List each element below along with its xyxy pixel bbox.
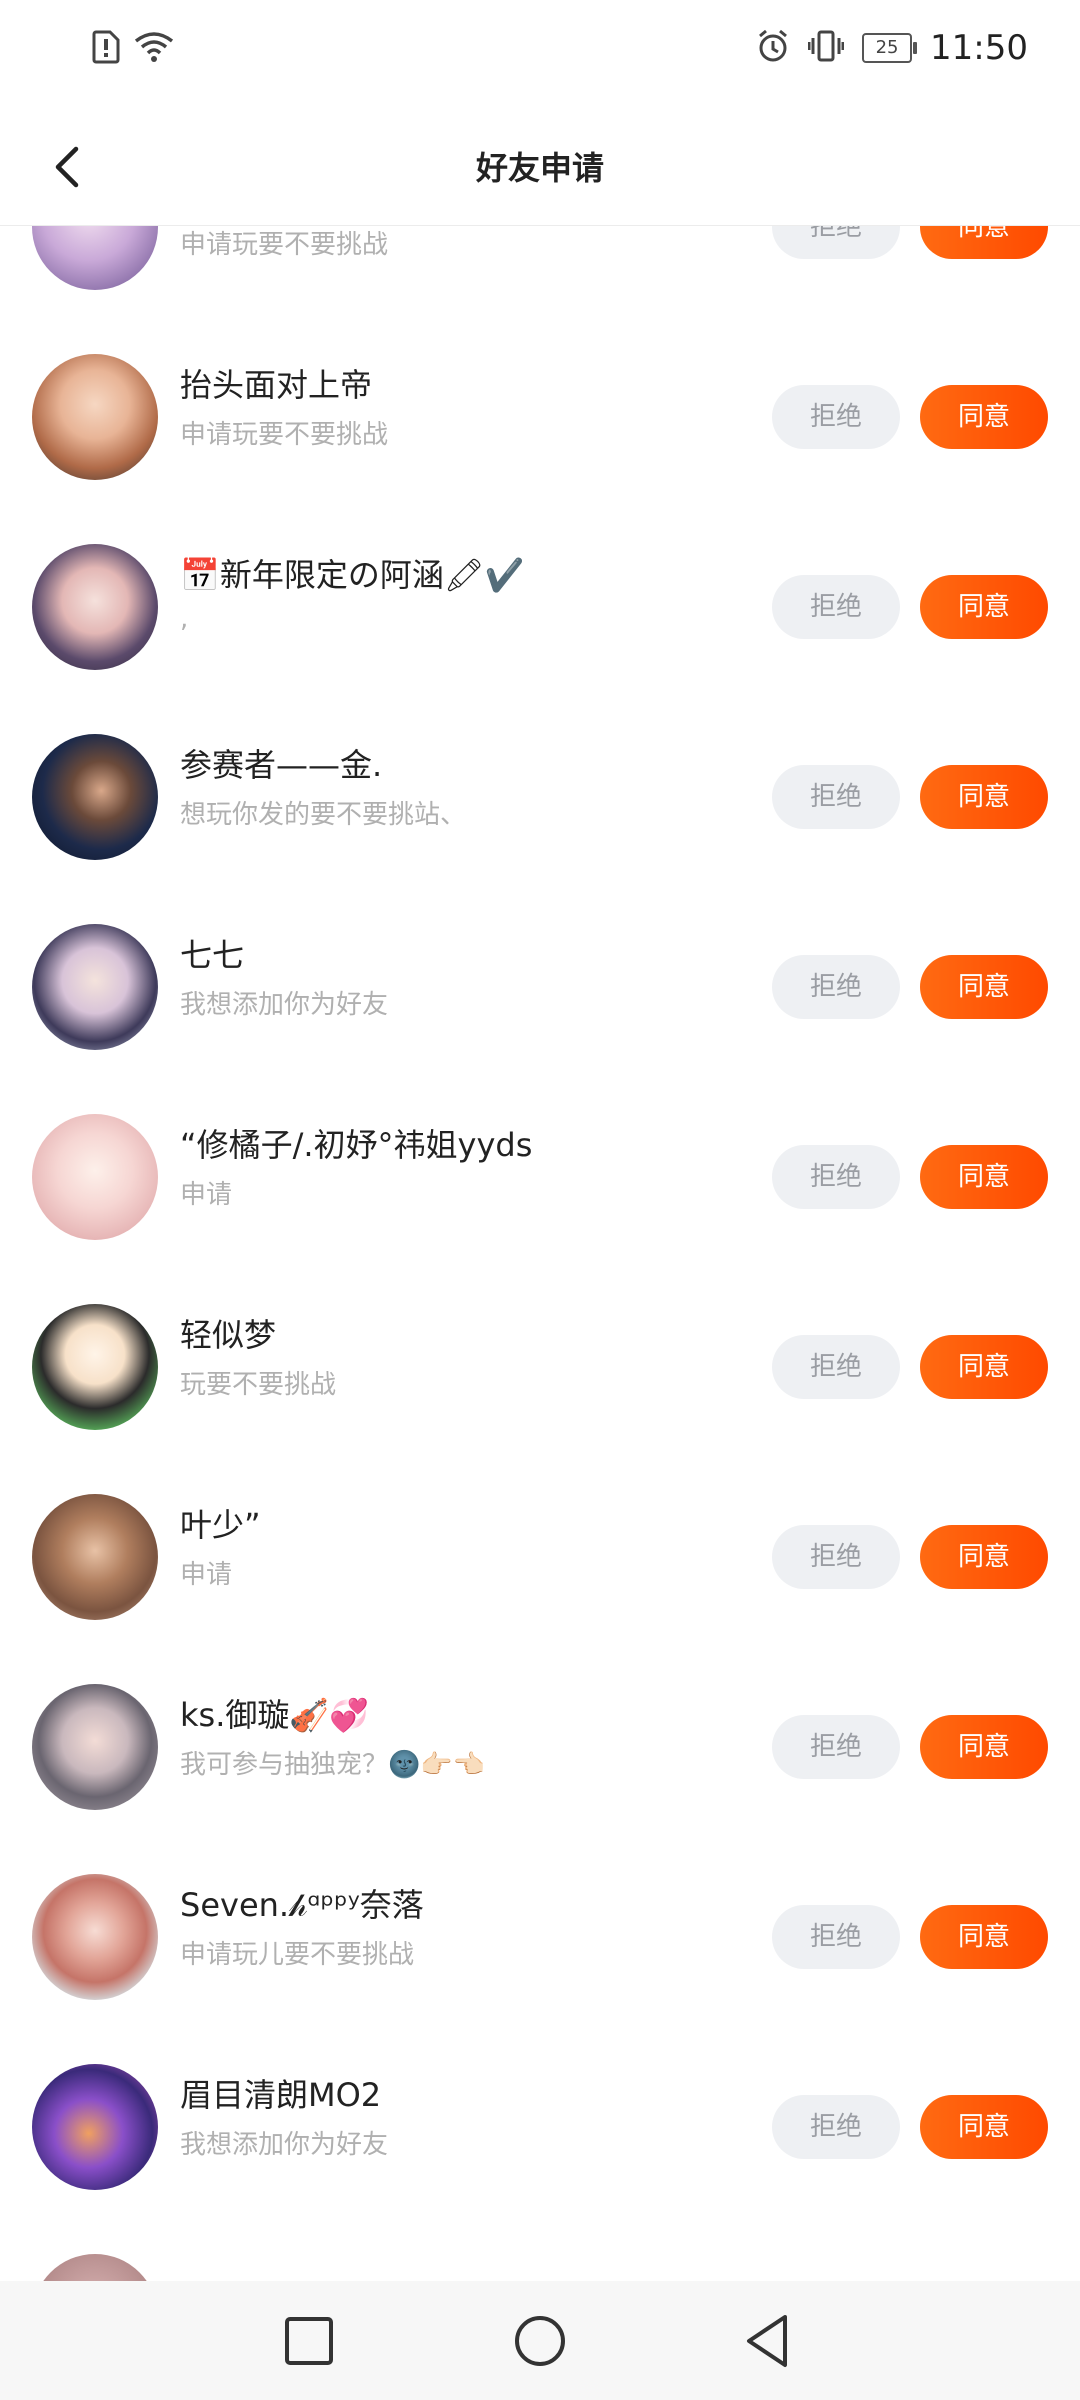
avatar[interactable] (32, 2254, 158, 2281)
accept-button[interactable]: 同意 (920, 1525, 1048, 1589)
vibrate-icon (807, 29, 845, 67)
reject-button[interactable]: 拒绝 (772, 955, 900, 1019)
avatar[interactable] (32, 924, 158, 1050)
requester-name: “修橘子/.初妤°祎姐yyds (180, 1126, 533, 1164)
page-title: 好友申请 (475, 149, 604, 187)
wifi-icon (134, 31, 174, 67)
request-message: 玩要不要挑战 (180, 1370, 337, 1400)
requester-name: 叶少” (180, 1506, 261, 1544)
request-texts: 七七 我想添加你为好友 (180, 930, 740, 1021)
request-message: , (180, 604, 189, 634)
avatar[interactable] (32, 1494, 158, 1620)
request-row: 眉目清朗MO2 我想添加你为好友 拒绝 同意 (0, 2032, 1080, 2222)
request-texts: 参赛者——金. 想玩你发的要不要挑站、 (180, 740, 740, 831)
request-texts: ks.御璇🎻💞 我可参与抽独宠？🌚👉🏻👈🏻 (180, 1690, 740, 1781)
home-icon (515, 2316, 565, 2366)
accept-button[interactable]: 同意 (920, 575, 1048, 639)
request-message: 申请玩要不要挑战 (180, 420, 389, 450)
status-left (92, 30, 174, 68)
accept-button[interactable]: 同意 (920, 1335, 1048, 1399)
request-texts: 咖. 申请玩要不要挑战 (180, 226, 740, 261)
requester-name: Seven.𝒽ᵅᵖᵖʸ奈落 (180, 1886, 424, 1924)
reject-button[interactable]: 拒绝 (772, 1145, 900, 1209)
system-nav-bar (0, 2281, 1080, 2400)
request-texts: 轻似梦 玩要不要挑战 (180, 1310, 740, 1401)
avatar[interactable] (32, 1874, 158, 2000)
request-row: “修橘子/.初妤°祎姐yyds 申请 拒绝 同意 (0, 1082, 1080, 1272)
request-texts: 眉目清朗MO2 我想添加你为好友 (180, 2070, 740, 2161)
avatar[interactable] (32, 734, 158, 860)
request-texts: 📅新年限定の阿涵🖍✔️ , (180, 550, 740, 634)
request-row: 参赛者——金. 想玩你发的要不要挑站、 拒绝 同意 (0, 702, 1080, 892)
accept-button[interactable]: 同意 (920, 1715, 1048, 1779)
reject-button[interactable]: 拒绝 (772, 1525, 900, 1589)
request-row: 📅新年限定の阿涵🖍✔️ , 拒绝 同意 (0, 512, 1080, 702)
system-back-button[interactable] (739, 2311, 799, 2371)
request-row: 叶少” 申请 拒绝 同意 (0, 1462, 1080, 1652)
request-message: 申请玩儿要不要挑战 (180, 1940, 415, 1970)
avatar[interactable] (32, 2064, 158, 2190)
avatar[interactable] (32, 1684, 158, 1810)
status-bar: 25 11:50 (0, 0, 1080, 105)
recent-apps-icon (285, 2317, 333, 2365)
request-row: 咖. 申请玩要不要挑战 拒绝 同意 (0, 226, 1080, 322)
reject-button[interactable]: 拒绝 (772, 385, 900, 449)
accept-button[interactable]: 同意 (920, 765, 1048, 829)
requester-name: ks.御璇🎻💞 (180, 1696, 370, 1734)
reject-button[interactable]: 拒绝 (772, 2095, 900, 2159)
accept-button[interactable]: 同意 (920, 1905, 1048, 1969)
avatar[interactable] (32, 354, 158, 480)
accept-button[interactable]: 同意 (920, 955, 1048, 1019)
accept-button[interactable]: 同意 (920, 385, 1048, 449)
request-texts: 抬头面对上帝 申请玩要不要挑战 (180, 360, 740, 451)
accept-button[interactable]: 同意 (920, 226, 1048, 259)
request-message: 申请玩要不要挑战 (180, 230, 389, 260)
recent-apps-button[interactable] (279, 2311, 339, 2371)
request-row: 七七 我想添加你为好友 拒绝 同意 (0, 892, 1080, 1082)
avatar[interactable] (32, 226, 158, 290)
request-texts: “修橘子/.初妤°祎姐yyds 申请 (180, 1120, 740, 1211)
alarm-icon (756, 29, 790, 67)
request-row: ks.御璇🎻💞 我可参与抽独宠？🌚👉🏻👈🏻 拒绝 同意 (0, 1652, 1080, 1842)
request-message: 想玩你发的要不要挑站、 (180, 800, 467, 830)
status-right: 25 11:50 (756, 28, 1028, 68)
request-message: 我可参与抽独宠？🌚👉🏻👈🏻 (180, 1750, 486, 1780)
accept-button[interactable]: 同意 (920, 2095, 1048, 2159)
request-message: 申请 (180, 1560, 233, 1590)
requester-name: 抬头面对上帝 (180, 366, 373, 404)
reject-button[interactable]: 拒绝 (772, 226, 900, 259)
avatar[interactable] (32, 1114, 158, 1240)
request-texts: 叶少” 申请 (180, 1500, 740, 1591)
home-button[interactable] (510, 2311, 570, 2371)
request-row (0, 2222, 1080, 2281)
avatar[interactable] (32, 1304, 158, 1430)
request-row: Seven.𝒽ᵅᵖᵖʸ奈落 申请玩儿要不要挑战 拒绝 同意 (0, 1842, 1080, 2032)
header: 好友申请 (0, 105, 1080, 226)
reject-button[interactable]: 拒绝 (772, 575, 900, 639)
reject-button[interactable]: 拒绝 (772, 1905, 900, 1969)
reject-button[interactable]: 拒绝 (772, 1715, 900, 1779)
reject-button[interactable]: 拒绝 (772, 765, 900, 829)
request-row: 轻似梦 玩要不要挑战 拒绝 同意 (0, 1272, 1080, 1462)
sim-alert-icon (92, 30, 120, 68)
reject-button[interactable]: 拒绝 (772, 1335, 900, 1399)
requester-name: 📅新年限定の阿涵🖍✔️ (180, 556, 525, 594)
avatar[interactable] (32, 544, 158, 670)
requester-name: 参赛者——金. (180, 746, 383, 784)
requester-name: 眉目清朗MO2 (180, 2076, 382, 2114)
accept-button[interactable]: 同意 (920, 1145, 1048, 1209)
requester-name: 轻似梦 (180, 1316, 277, 1354)
request-message: 我想添加你为好友 (180, 2130, 389, 2160)
back-icon (747, 2315, 787, 2367)
requester-name: 七七 (180, 936, 245, 974)
battery-icon: 25 (862, 33, 918, 63)
request-texts: Seven.𝒽ᵅᵖᵖʸ奈落 申请玩儿要不要挑战 (180, 1880, 740, 1971)
request-message: 我想添加你为好友 (180, 990, 389, 1020)
request-message: 申请 (180, 1180, 233, 1210)
request-row: 抬头面对上帝 申请玩要不要挑战 拒绝 同意 (0, 322, 1080, 512)
status-time: 11:50 (930, 28, 1028, 68)
friend-request-list[interactable]: 咖. 申请玩要不要挑战 拒绝 同意 抬头面对上帝 申请玩要不要挑战 拒绝 同意 … (0, 226, 1080, 2281)
